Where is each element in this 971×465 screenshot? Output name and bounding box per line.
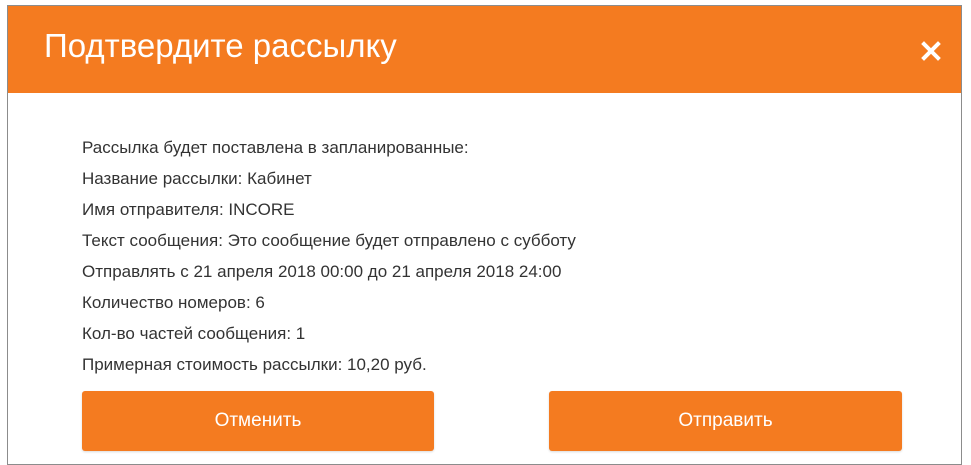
numbers-count: Количество номеров: 6 xyxy=(82,293,265,312)
sender-name: Имя отправителя: INCORE xyxy=(82,200,295,219)
schedule-notice: Рассылка будет поставлена в запланирован… xyxy=(82,138,469,157)
dialog-header: Подтвердите рассылку xyxy=(8,6,961,93)
message-text: Текст сообщения: Это сообщение будет отп… xyxy=(82,231,576,250)
message-parts-count: Кол-во частей сообщения: 1 xyxy=(82,324,306,343)
dialog-title: Подтвердите рассылку xyxy=(44,27,397,64)
cancel-button[interactable]: Отменить xyxy=(82,391,434,451)
close-icon xyxy=(921,41,941,61)
dialog-body: Рассылка будет поставлена в запланирован… xyxy=(82,132,942,380)
confirm-mailing-dialog: Подтвердите рассылку Рассылка будет пост… xyxy=(7,5,962,465)
send-period: Отправлять с 21 апреля 2018 00:00 до 21 … xyxy=(82,262,562,281)
send-button[interactable]: Отправить xyxy=(549,391,902,451)
estimated-cost: Примерная стоимость рассылки: 10,20 руб. xyxy=(82,355,427,374)
close-button[interactable] xyxy=(919,39,943,63)
mailing-name: Название рассылки: Кабинет xyxy=(82,169,312,188)
